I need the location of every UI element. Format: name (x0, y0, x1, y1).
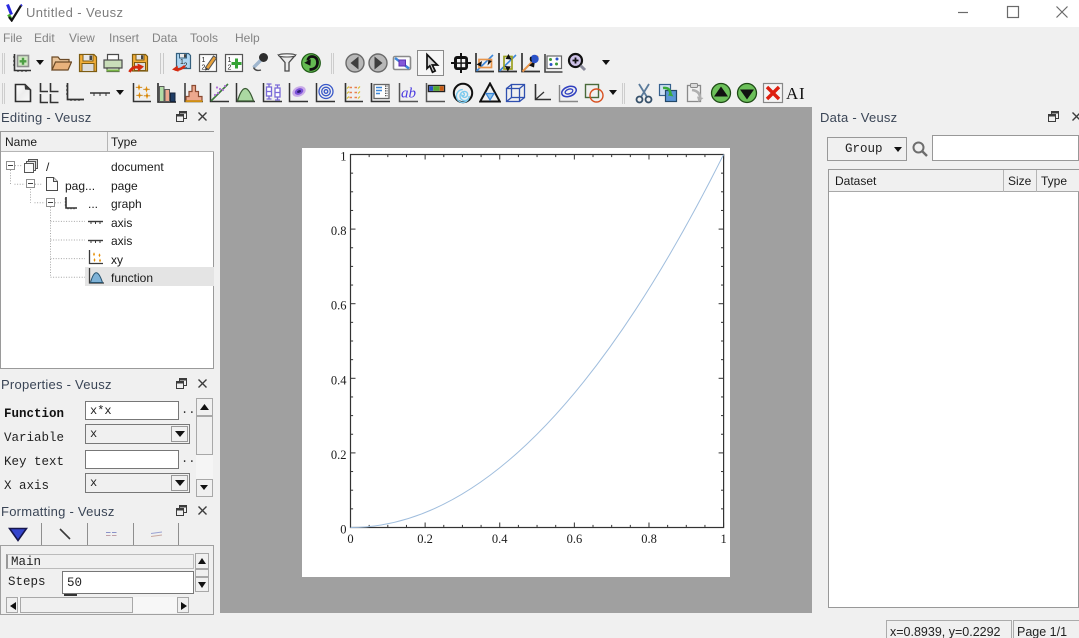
svg-text:1: 1 (228, 57, 232, 64)
svg-text:0.2: 0.2 (417, 532, 433, 546)
svg-text:1: 1 (202, 57, 206, 64)
svg-text:0.2: 0.2 (331, 448, 347, 462)
svg-text:1: 1 (340, 150, 346, 164)
svg-text:0.8: 0.8 (641, 532, 657, 546)
svg-text:0.6: 0.6 (331, 299, 347, 313)
svg-text:2: 2 (228, 65, 232, 72)
svg-text:1: 1 (720, 532, 726, 546)
svg-text:0: 0 (340, 523, 346, 537)
svg-text:2: 2 (202, 65, 206, 72)
svg-text:A: A (786, 84, 799, 103)
svg-text:0.8: 0.8 (331, 224, 347, 238)
svg-text:ab: ab (401, 86, 417, 102)
svg-text:0.6: 0.6 (567, 532, 583, 546)
svg-text:0: 0 (347, 532, 353, 546)
svg-text:0.4: 0.4 (492, 532, 508, 546)
svg-text:0.4: 0.4 (331, 373, 347, 387)
svg-text:I: I (799, 84, 805, 103)
